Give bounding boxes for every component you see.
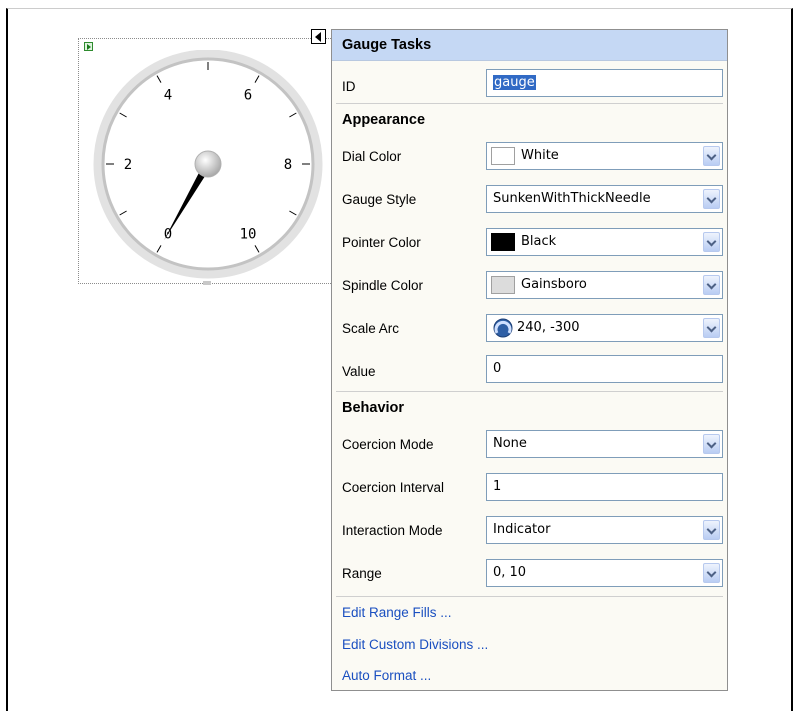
scale-arc-value: 240, -300 (517, 320, 580, 335)
interaction-mode-value: Indicator (493, 522, 551, 537)
gauge-scale-label: 8 (284, 157, 292, 173)
range-value: 0, 10 (493, 565, 527, 580)
appearance-section-title: Appearance (342, 112, 426, 128)
gauge-scale-label: 10 (240, 226, 257, 242)
spindle-color-swatch (491, 276, 515, 294)
chevron-down-icon[interactable] (703, 520, 720, 540)
gauge-scale-label: 6 (244, 88, 252, 104)
pointer-color-value: Black (521, 234, 557, 249)
chevron-down-icon[interactable] (703, 434, 720, 454)
spindle-color-label: Spindle Color (342, 278, 424, 293)
gauge-scale-label: 2 (124, 157, 132, 173)
range-select[interactable]: 0, 10 (486, 559, 723, 587)
dial-color-swatch (491, 147, 515, 165)
range-label: Range (342, 566, 382, 581)
chevron-down-icon[interactable] (703, 232, 720, 252)
gauge-tick (156, 245, 162, 253)
pointer-color-select[interactable]: Black (486, 228, 723, 256)
gauge-scale-label: 4 (164, 88, 172, 104)
chevron-down-icon[interactable] (703, 563, 720, 583)
spindle-color-value: Gainsboro (521, 277, 587, 292)
gauge-tick (156, 75, 162, 83)
coercion-interval-label: Coercion Interval (342, 480, 445, 495)
gauge-tick (254, 245, 260, 253)
resize-handle[interactable] (203, 281, 211, 285)
interaction-mode-label: Interaction Mode (342, 523, 443, 538)
gauge-spindle (194, 150, 222, 178)
pointer-color-label: Pointer Color (342, 235, 421, 250)
coercion-mode-select[interactable]: None (486, 430, 723, 458)
behavior-section-title: Behavior (342, 400, 405, 416)
gauge-tick (119, 210, 127, 216)
gauge-tick (289, 112, 297, 118)
dial-color-label: Dial Color (342, 149, 402, 164)
gauge-tick (119, 112, 127, 118)
coercion-interval-field[interactable]: 1 (486, 473, 723, 501)
dial-color-value: White (521, 148, 559, 163)
collapse-panel-button[interactable] (311, 29, 326, 44)
auto-format-link[interactable]: Auto Format ... (342, 668, 431, 683)
interaction-mode-select[interactable]: Indicator (486, 516, 723, 544)
panel-title: Gauge Tasks (332, 30, 727, 61)
divider (336, 596, 723, 597)
scale-arc-select[interactable]: 240, -300 (486, 314, 723, 342)
chevron-down-icon[interactable] (703, 146, 720, 166)
divider (336, 103, 723, 104)
value-label: Value (342, 364, 376, 379)
id-field[interactable]: gauge (486, 69, 723, 97)
spindle-color-select[interactable]: Gainsboro (486, 271, 723, 299)
gauge-tasks-panel: Gauge Tasks ID gauge Appearance Dial Col… (331, 29, 728, 691)
gauge-tick (254, 75, 260, 83)
edit-custom-divisions-link[interactable]: Edit Custom Divisions ... (342, 637, 488, 652)
chevron-down-icon[interactable] (703, 189, 720, 209)
edit-range-fills-link[interactable]: Edit Range Fills ... (342, 605, 452, 620)
chevron-down-icon[interactable] (703, 318, 720, 338)
coercion-mode-value: None (493, 436, 527, 451)
dial-color-select[interactable]: White (486, 142, 723, 170)
gauge-style-value: SunkenWithThickNeedle (493, 191, 651, 206)
scale-arc-label: Scale Arc (342, 321, 400, 336)
pointer-color-swatch (491, 233, 515, 251)
gauge-style-select[interactable]: SunkenWithThickNeedle (486, 185, 723, 213)
gauge-tick (289, 210, 297, 216)
gauge-style-label: Gauge Style (342, 192, 417, 207)
id-label: ID (342, 79, 356, 94)
coercion-mode-label: Coercion Mode (342, 437, 434, 452)
gauge-dial[interactable]: 024 6810 (90, 50, 330, 280)
chevron-down-icon[interactable] (703, 275, 720, 295)
id-field-value: gauge (493, 75, 536, 90)
value-field[interactable]: 0 (486, 355, 723, 383)
divider (336, 391, 723, 392)
scale-arc-icon (493, 318, 513, 338)
